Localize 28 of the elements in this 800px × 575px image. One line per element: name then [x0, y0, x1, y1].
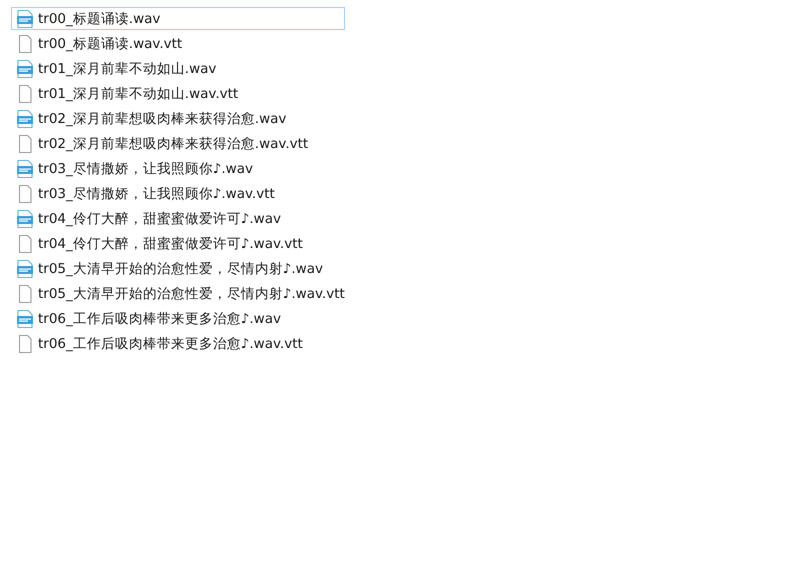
- audio-file-icon: [17, 110, 33, 128]
- file-item[interactable]: tr02_深月前辈想吸肉棒来获得治愈.wav: [11, 107, 345, 130]
- blank-file-icon: [17, 34, 33, 52]
- file-item[interactable]: tr00_标题诵读.wav.vtt: [11, 32, 345, 55]
- file-item[interactable]: tr01_深月前辈不动如山.wav.vtt: [11, 82, 345, 105]
- audio-file-icon: [17, 10, 33, 28]
- file-item[interactable]: tr03_尽情撒娇，让我照顾你♪.wav: [11, 157, 345, 180]
- blank-file-icon: [17, 84, 33, 102]
- blank-file-icon: [17, 284, 33, 302]
- audio-file-icon: [17, 260, 33, 278]
- file-item[interactable]: tr05_大清早开始的治愈性爱，尽情内射♪.wav.vtt: [11, 282, 345, 305]
- blank-file-icon: [17, 184, 33, 202]
- file-item[interactable]: tr02_深月前辈想吸肉棒来获得治愈.wav.vtt: [11, 132, 345, 155]
- blank-file-icon: [17, 134, 33, 152]
- audio-file-icon: [17, 160, 33, 178]
- blank-file-icon: [17, 234, 33, 252]
- file-item[interactable]: tr05_大清早开始的治愈性爱，尽情内射♪.wav: [11, 257, 345, 280]
- file-item[interactable]: tr04_伶仃大醉，甜蜜蜜做爱许可♪.wav: [11, 207, 345, 230]
- file-item[interactable]: tr06_工作后吸肉棒带来更多治愈♪.wav.vtt: [11, 332, 345, 355]
- file-item[interactable]: tr04_伶仃大醉，甜蜜蜜做爱许可♪.wav.vtt: [11, 232, 345, 255]
- audio-file-icon: [17, 310, 33, 328]
- file-item[interactable]: tr01_深月前辈不动如山.wav: [11, 57, 345, 80]
- file-item[interactable]: tr00_标题诵读.wav: [11, 7, 345, 30]
- audio-file-icon: [17, 60, 33, 78]
- blank-file-icon: [17, 334, 33, 352]
- file-item[interactable]: tr06_工作后吸肉棒带来更多治愈♪.wav: [11, 307, 345, 330]
- file-item[interactable]: tr03_尽情撒娇，让我照顾你♪.wav.vtt: [11, 182, 345, 205]
- audio-file-icon: [17, 210, 33, 228]
